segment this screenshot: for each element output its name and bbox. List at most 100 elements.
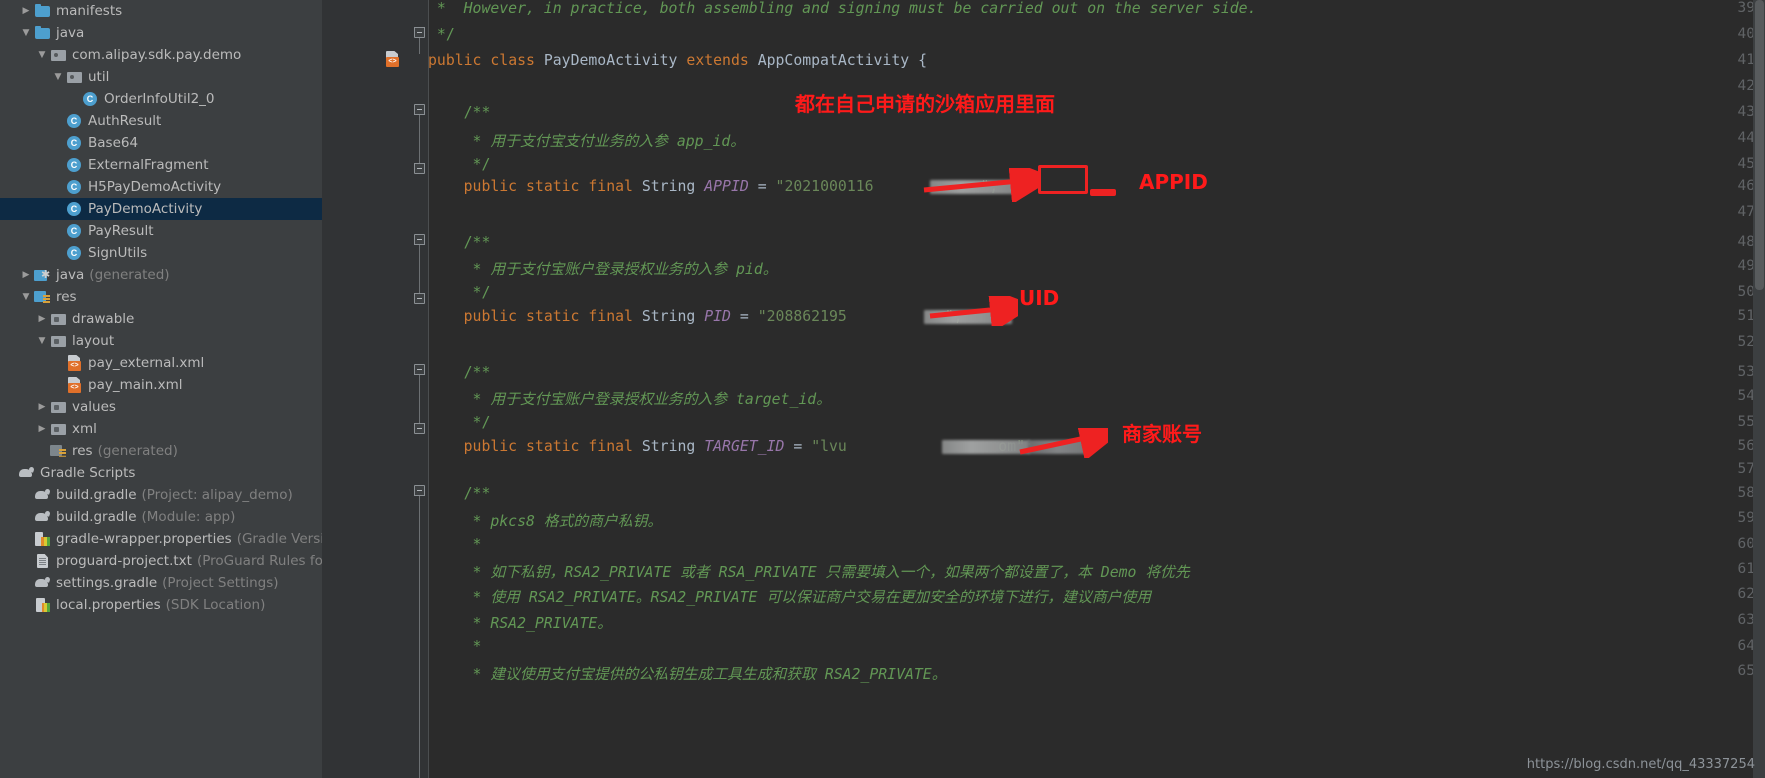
- fold-marker-end-50[interactable]: [414, 293, 425, 304]
- tree-item-label: H5PayDemoActivity: [88, 179, 222, 195]
- editor-gutter[interactable]: [322, 0, 410, 778]
- tree-item-signutils[interactable]: SignUtils: [0, 242, 322, 264]
- code-line-39: * However, in practice, both assembling …: [428, 0, 1257, 17]
- tree-item-layout[interactable]: ▼ layout: [0, 330, 322, 352]
- tree-item-build-gradle[interactable]: build.gradle (Project: alipay_demo): [0, 484, 322, 506]
- redaction-target-id-1: [942, 440, 1030, 454]
- tree-item-util[interactable]: ▼ util: [0, 66, 322, 88]
- code-line-44: * 用于支付宝支付业务的入参 app_id。: [428, 130, 746, 151]
- fold-marker-start-43[interactable]: [414, 104, 425, 115]
- chevron-down-icon[interactable]: ▼: [34, 44, 50, 66]
- tree-item-authresult[interactable]: AuthResult: [0, 110, 322, 132]
- fold-marker-end-38[interactable]: [414, 27, 425, 38]
- fold-marker-start-53[interactable]: [414, 364, 425, 375]
- fold-marker-start-58[interactable]: [414, 485, 425, 496]
- tree-item-orderinfoutil2-0[interactable]: OrderInfoUtil2_0: [0, 88, 322, 110]
- class-icon: [66, 157, 84, 173]
- tree-item-java[interactable]: ▼ java: [0, 22, 322, 44]
- tree-item-local-properties[interactable]: local.properties (SDK Location): [0, 594, 322, 616]
- tree-item-res[interactable]: res (generated): [0, 440, 322, 462]
- tree-item-payresult[interactable]: PayResult: [0, 220, 322, 242]
- fold-marker-start-48[interactable]: [414, 234, 425, 245]
- code-token-final: final: [588, 308, 633, 325]
- tree-item-gradle-scripts[interactable]: Gradle Scripts: [0, 462, 322, 484]
- chevron-down-icon[interactable]: ▼: [18, 286, 34, 308]
- fold-marker-end-45[interactable]: [414, 163, 425, 174]
- tree-item-h5paydemoactivity[interactable]: H5PayDemoActivity: [0, 176, 322, 198]
- chevron-down-icon[interactable]: ▼: [34, 330, 50, 352]
- code-token-javadoc-text: * 用于支付宝支付业务的入参 app_id。: [428, 133, 746, 150]
- tree-item-label: SignUtils: [88, 245, 148, 261]
- code-line-65: * 建议使用支付宝提供的公私钥生成工具生成和获取 RSA2_PRIVATE。: [428, 663, 947, 684]
- tree-item-label: OrderInfoUtil2_0: [104, 91, 215, 107]
- arrow-to-pid: [929, 296, 1018, 326]
- code-token-comment-close: */: [428, 26, 455, 43]
- code-text-area[interactable]: * However, in practice, both assembling …: [428, 0, 1765, 778]
- chevron-down-icon[interactable]: ▼: [18, 22, 34, 44]
- tree-item-label: res: [72, 443, 93, 459]
- code-token-javadoc-text: *: [428, 638, 482, 655]
- annotation-uid-label: UID: [1019, 286, 1060, 310]
- editor-scrollbar-track[interactable]: [1753, 0, 1765, 778]
- tree-item-base64[interactable]: Base64: [0, 132, 322, 154]
- project-tree-panel[interactable]: ▶ manifests ▼ java ▼ com.alipay.sdk.pay.demo ▼…: [0, 0, 322, 778]
- tree-item-label: values: [72, 399, 116, 415]
- package-icon: [50, 47, 68, 63]
- tree-item-externalfragment[interactable]: ExternalFragment: [0, 154, 322, 176]
- tree-item-pay-external-xml[interactable]: pay_external.xml: [0, 352, 322, 374]
- tree-item-sublabel: (Module: app): [141, 509, 236, 525]
- tree-item-pay-main-xml[interactable]: pay_main.xml: [0, 374, 322, 396]
- tree-item-label: Gradle Scripts: [40, 465, 136, 481]
- code-line-41: public class PayDemoActivity extends App…: [428, 52, 927, 69]
- code-token-javadoc-text: * 建议使用支付宝提供的公私钥生成工具生成和获取 RSA2_PRIVATE。: [428, 666, 947, 683]
- editor-scrollbar-thumb[interactable]: [1755, 0, 1764, 290]
- code-line-43: /**: [428, 104, 491, 121]
- chevron-right-icon[interactable]: ▶: [18, 264, 34, 286]
- tree-item-res[interactable]: ▼ res: [0, 286, 322, 308]
- appid-highlight-box: [1038, 165, 1088, 194]
- res-generated-icon: [50, 443, 68, 459]
- annotation-appid-label: APPID: [1139, 170, 1208, 194]
- code-line-54: * 用于支付宝账户登录授权业务的入参 target_id。: [428, 388, 831, 409]
- code-token-field-appid: APPID: [704, 178, 749, 195]
- tree-item-build-gradle[interactable]: build.gradle (Module: app): [0, 506, 322, 528]
- tree-item-paydemoactivity[interactable]: PayDemoActivity: [0, 198, 322, 220]
- tree-item-xml[interactable]: ▶ xml: [0, 418, 322, 440]
- tree-item-manifests[interactable]: ▶ manifests: [0, 0, 322, 22]
- code-line-61: * 如下私钥，RSA2_PRIVATE 或者 RSA_PRIVATE 只需要填入…: [428, 561, 1190, 582]
- xml-layout-icon: [66, 377, 84, 393]
- chevron-right-icon[interactable]: ▶: [18, 0, 34, 22]
- code-line-62: * 使用 RSA2_PRIVATE。RSA2_PRIVATE 可以保证商户交易在…: [428, 586, 1152, 607]
- tree-item-label: build.gradle: [56, 509, 137, 525]
- chevron-right-icon[interactable]: ▶: [34, 308, 50, 330]
- code-line-53: /**: [428, 364, 491, 381]
- tree-item-proguard-project-txt[interactable]: proguard-project.txt(ProGuard Rules for …: [0, 550, 322, 572]
- fold-marker-end-55[interactable]: [414, 423, 425, 434]
- code-line-59: * pkcs8 格式的商户私钥。: [428, 510, 663, 531]
- tree-item-com-alipay-sdk-pay-demo[interactable]: ▼ com.alipay.sdk.pay.demo: [0, 44, 322, 66]
- tree-item-settings-gradle[interactable]: settings.gradle (Project Settings): [0, 572, 322, 594]
- tree-item-gradle-wrapper-properties[interactable]: gradle-wrapper.properties(Gradle Version…: [0, 528, 322, 550]
- code-token-javadoc-open: /**: [428, 364, 491, 381]
- code-token-public: public: [463, 438, 518, 455]
- tree-item-java[interactable]: ▶ java(generated): [0, 264, 322, 286]
- chevron-down-icon[interactable]: ▼: [50, 66, 66, 88]
- code-token-javadoc-text: *: [428, 536, 482, 553]
- code-token-equals: =: [793, 438, 803, 455]
- code-token-static: static: [526, 308, 580, 325]
- code-token-javadoc-open: /**: [428, 485, 491, 502]
- chevron-right-icon[interactable]: ▶: [34, 396, 50, 418]
- tree-item-sublabel: (generated): [97, 443, 178, 459]
- chevron-right-icon[interactable]: ▶: [34, 418, 50, 440]
- tree-item-label: java: [56, 25, 85, 41]
- tree-item-values[interactable]: ▶ values: [0, 396, 322, 418]
- generated-folder-icon: [34, 267, 52, 283]
- tree-item-label: AuthResult: [88, 113, 162, 129]
- tree-item-label: gradle-wrapper.properties: [56, 531, 232, 547]
- annotation-merchant-account-label: 商家账号: [1122, 422, 1202, 446]
- code-token-public: public: [463, 308, 518, 325]
- tree-item-drawable[interactable]: ▶ drawable: [0, 308, 322, 330]
- layout-resource-gutter-icon[interactable]: [384, 51, 402, 67]
- code-line-64: *: [428, 638, 482, 655]
- tree-item-sublabel: (generated): [89, 267, 170, 283]
